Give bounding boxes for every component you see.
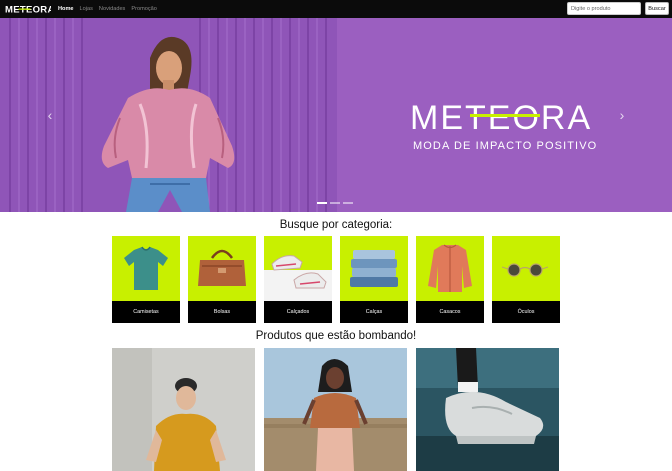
category-card-calcados[interactable]: Calçados: [264, 236, 332, 323]
nav-link-lojas[interactable]: Lojas: [80, 6, 93, 12]
tshirt-icon: [112, 236, 180, 301]
category-card-oculos[interactable]: Óculos: [492, 236, 560, 323]
hero-tagline: MODA DE IMPACTO POSITIVO: [413, 140, 598, 152]
jeans-icon: [340, 236, 408, 301]
category-label: Calças: [340, 301, 408, 323]
category-label: Óculos: [492, 301, 560, 323]
category-card-calcas[interactable]: Calças: [340, 236, 408, 323]
shoes-icon: [264, 236, 332, 301]
meteora-hero-logo: METEORA: [410, 99, 592, 137]
sunglasses-icon: [492, 236, 560, 301]
carousel-indicator-3[interactable]: [343, 202, 353, 204]
category-card-bolsas[interactable]: Bolsas: [188, 236, 256, 323]
nav-links: Home Lojas Novidades Promoção: [58, 0, 157, 18]
product-photo-shirt[interactable]: [264, 348, 407, 471]
svg-text:METEORA: METEORA: [410, 99, 592, 137]
jacket-icon: [416, 236, 484, 301]
nav-link-promocao[interactable]: Promoção: [131, 6, 157, 12]
navbar: METEORA Home Lojas Novidades Promoção Bu…: [0, 0, 672, 18]
bag-icon: [188, 236, 256, 301]
category-card-casacos[interactable]: Casacos: [416, 236, 484, 323]
chevron-left-icon[interactable]: ‹: [43, 105, 57, 125]
nav-link-home[interactable]: Home: [58, 6, 74, 12]
carousel-indicators: [317, 202, 353, 204]
category-label: Camisetas: [112, 301, 180, 323]
products-title: Produtos que estão bombando!: [255, 330, 417, 342]
category-label: Bolsas: [188, 301, 256, 323]
categories-title: Busque por categoria:: [279, 219, 393, 231]
brand-logo[interactable]: METEORA: [5, 3, 51, 15]
category-card-camisetas[interactable]: Camisetas: [112, 236, 180, 323]
search-button[interactable]: Buscar: [645, 2, 669, 15]
carousel-indicator-2[interactable]: [330, 202, 340, 204]
hero-carousel: METEORA MODA DE IMPACTO POSITIVO ‹ ›: [0, 18, 672, 212]
product-photo-sneakers[interactable]: [416, 348, 559, 471]
category-label: Calçados: [264, 301, 332, 323]
nav-link-novidades[interactable]: Novidades: [99, 6, 125, 12]
search-input[interactable]: [567, 2, 641, 15]
chevron-right-icon[interactable]: ›: [615, 105, 629, 125]
carousel-indicator-1[interactable]: [317, 202, 327, 204]
product-photo-tshirt[interactable]: [112, 348, 255, 471]
category-label: Casacos: [416, 301, 484, 323]
